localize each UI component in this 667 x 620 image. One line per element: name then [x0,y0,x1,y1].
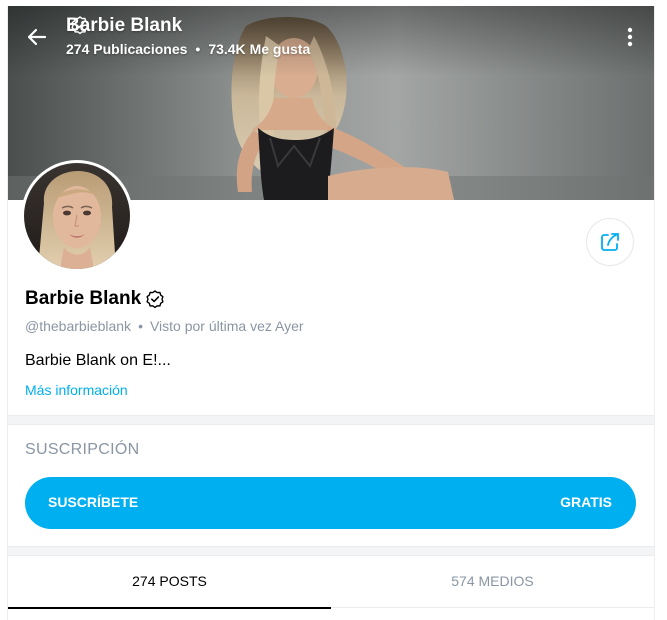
back-button[interactable] [24,24,50,50]
posts-count: 274 [66,41,90,57]
vertical-dots-icon [627,27,633,47]
arrow-left-icon [27,28,47,46]
avatar[interactable] [24,163,130,269]
header-stats: 274 Publicaciones • 73.4K Me gusta [66,41,310,57]
verified-badge-icon [146,290,164,309]
avatar-photo [24,163,130,269]
more-options-button[interactable] [620,24,640,50]
top-bar: Barbie Blank 274 Publicaciones • 73.4K M… [8,6,654,66]
section-divider [8,546,654,556]
profile-name-text: Barbie Blank [25,288,142,309]
section-divider [8,415,654,425]
subscribe-button[interactable]: SUSCRÍBETE GRATIS [25,477,636,529]
last-seen: Visto por última vez Ayer [149,318,304,334]
tab-media[interactable]: 574 MEDIOS [331,559,654,608]
posts-label: Publicaciones [93,41,188,57]
subscription-title: SUSCRIPCIÓN [25,441,140,458]
profile-page: Barbie Blank 274 Publicaciones • 73.4K M… [7,6,655,620]
stats-separator: • [195,41,201,57]
likes-label: Me gusta [249,41,311,57]
likes-count: 73.4K [208,41,246,57]
meta-separator: • [138,318,143,334]
share-button[interactable] [586,218,634,266]
more-info-link[interactable]: Más información [25,382,128,398]
profile-handle: @thebarbieblank [25,318,132,334]
tab-posts[interactable]: 274 POSTS [8,559,331,609]
verified-badge-icon [71,16,89,35]
profile-meta: @thebarbieblank • Visto por última vez Aye… [25,318,304,334]
profile-name: Barbie Blank [25,288,165,310]
profile-bio: Barbie Blank on E!... [25,352,171,369]
price-label: GRATIS [560,494,612,510]
subscribe-label: SUSCRÍBETE [48,494,139,510]
header-name: Barbie Blank [66,15,182,37]
content-tabs: 274 POSTS 574 MEDIOS [8,559,654,609]
share-icon [601,233,619,251]
